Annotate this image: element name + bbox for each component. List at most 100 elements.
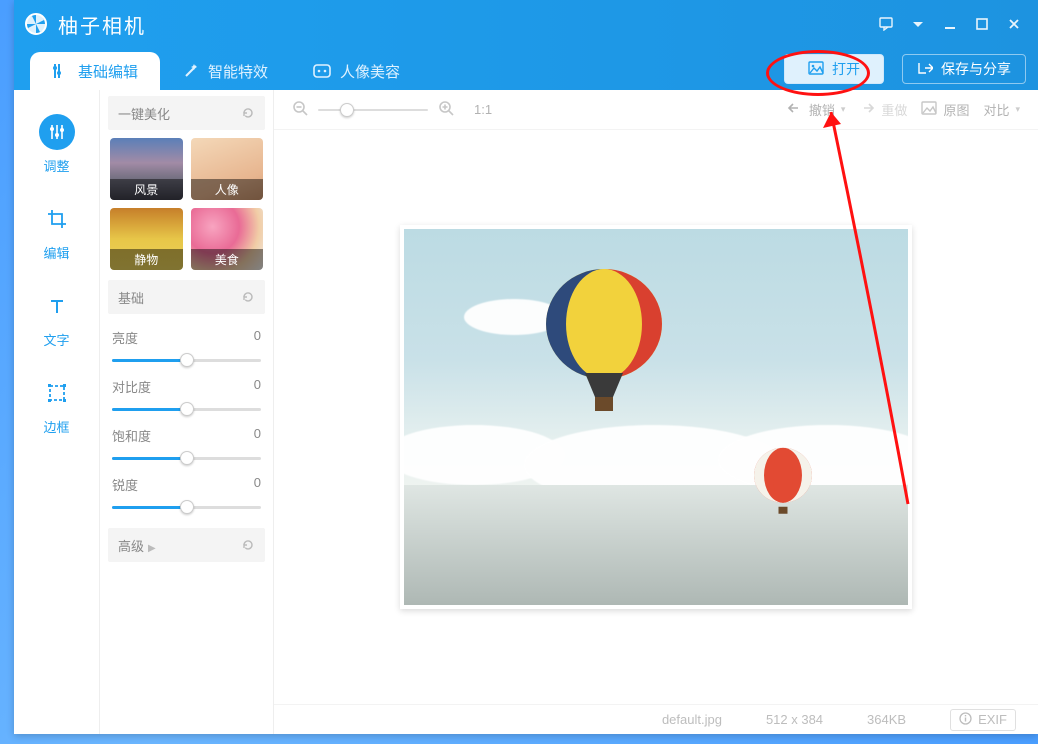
section-auto-beautify: 一键美化 [108,96,265,130]
zoom-control: 1:1 [292,100,492,119]
undo-button[interactable]: 撤销 ▾ [787,100,846,119]
nav-label: 文字 [43,333,69,348]
status-filename: default.jpg [662,712,722,727]
original-label: 原图 [943,100,969,119]
reset-icon[interactable] [241,538,255,552]
nav-adjust[interactable]: 调整 [27,104,87,187]
canvas-area: 1:1 撤销 ▾ 重做 原图 对比 ▾ [274,90,1038,734]
frame-icon [39,375,75,411]
main-tabs: 基础编辑 智能特效 人像美容 打开 保存与分享 [14,48,1038,90]
slider-label: 对比度 [112,377,151,396]
slider-sharpness[interactable]: 锐度 0 [108,469,265,518]
slider-value: 0 [254,328,261,347]
minimize-button[interactable] [936,10,964,38]
undo-label: 撤销 [809,100,835,119]
app-window: 柚子相机 基础编辑 智能特效 人像美容 打开 保存与分享 [14,0,1038,734]
section-title: 一键美化 [118,104,170,123]
section-title: 高级 [118,539,144,554]
tab-label: 基础编辑 [78,61,138,82]
status-bar: default.jpg 512 x 384 364KB EXIF [274,704,1038,734]
pin-icon[interactable] [904,10,932,38]
status-filesize: 364KB [867,712,906,727]
chevron-down-icon[interactable]: ▾ [841,104,846,115]
maximize-button[interactable] [968,10,996,38]
tab-portrait-beauty[interactable]: 人像美容 [290,52,422,90]
info-icon [959,712,972,728]
beautify-presets: 风景 人像 静物 美食 [108,138,265,280]
title-bar: 柚子相机 [14,0,1038,48]
slider-label: 饱和度 [112,426,151,445]
compare-button[interactable]: 对比 ▾ [983,100,1020,119]
open-button[interactable]: 打开 [784,54,884,84]
canvas-toolbar: 1:1 撤销 ▾ 重做 原图 对比 ▾ [274,90,1038,130]
original-button[interactable]: 原图 [921,100,969,119]
slider-value: 0 [254,475,261,494]
tab-smart-effects[interactable]: 智能特效 [160,52,290,90]
image-icon [921,101,937,118]
zoom-in-icon[interactable] [438,100,454,119]
chevron-down-icon[interactable]: ▾ [1015,104,1020,115]
exif-button[interactable]: EXIF [950,709,1016,731]
feedback-icon[interactable] [872,10,900,38]
nav-label: 编辑 [43,246,69,261]
nav-label: 调整 [43,159,69,174]
slider-label: 亮度 [112,328,138,347]
save-share-button[interactable]: 保存与分享 [902,54,1026,84]
save-share-label: 保存与分享 [941,59,1011,79]
export-icon [917,61,933,78]
redo-label: 重做 [881,100,907,119]
redo-button[interactable]: 重做 [859,100,907,119]
nav-frame[interactable]: 边框 [27,365,87,448]
app-body: 调整 编辑 文字 边框 一键美化 风景 人像 静物 [14,90,1038,734]
zoom-out-icon[interactable] [292,100,308,119]
slider-value: 0 [254,377,261,396]
status-dimensions: 512 x 384 [766,712,823,727]
text-icon [39,288,75,324]
zoom-slider[interactable] [318,103,428,117]
nav-label: 边框 [43,420,69,435]
section-basic: 基础 [108,280,265,314]
open-label: 打开 [832,59,860,79]
nav-edit[interactable]: 编辑 [27,191,87,274]
brush-icon [52,62,70,80]
left-nav: 调整 编辑 文字 边框 [14,90,100,734]
thumb-label: 风景 [110,179,183,200]
crop-icon [39,201,75,237]
slider-value: 0 [254,426,261,445]
redo-icon [859,101,875,118]
close-button[interactable] [1000,10,1028,38]
exif-label: EXIF [978,712,1007,727]
slider-contrast[interactable]: 对比度 0 [108,371,265,420]
app-logo-icon [24,12,48,36]
side-panel: 一键美化 风景 人像 静物 美食 基础 亮度 0 对比度 0 [100,90,274,734]
slider-brightness[interactable]: 亮度 0 [108,322,265,371]
preset-portrait[interactable]: 人像 [191,138,264,200]
tab-basic-edit[interactable]: 基础编辑 [30,52,160,90]
preset-still[interactable]: 静物 [110,208,183,270]
chevron-right-icon: ▶ [148,543,156,554]
reset-icon[interactable] [241,106,255,120]
balloon-graphic [751,448,816,536]
thumb-label: 人像 [191,179,264,200]
preset-scenery[interactable]: 风景 [110,138,183,200]
photo-preview [400,225,912,609]
face-icon [312,62,332,80]
section-title: 基础 [118,288,144,307]
zoom-1to1[interactable]: 1:1 [474,102,492,117]
sliders-icon [39,114,75,150]
section-advanced[interactable]: 高级 ▶ [108,528,265,562]
compare-label: 对比 [983,100,1009,119]
reset-icon[interactable] [241,290,255,304]
thumb-label: 静物 [110,249,183,270]
magic-icon [182,62,200,80]
undo-icon [787,101,803,118]
app-title: 柚子相机 [58,10,146,39]
canvas-viewport[interactable] [274,130,1038,704]
balloon-graphic [539,269,669,444]
slider-saturation[interactable]: 饱和度 0 [108,420,265,469]
nav-text[interactable]: 文字 [27,278,87,361]
image-icon [808,61,824,78]
preset-food[interactable]: 美食 [191,208,264,270]
tab-label: 智能特效 [208,61,268,82]
slider-label: 锐度 [112,475,138,494]
